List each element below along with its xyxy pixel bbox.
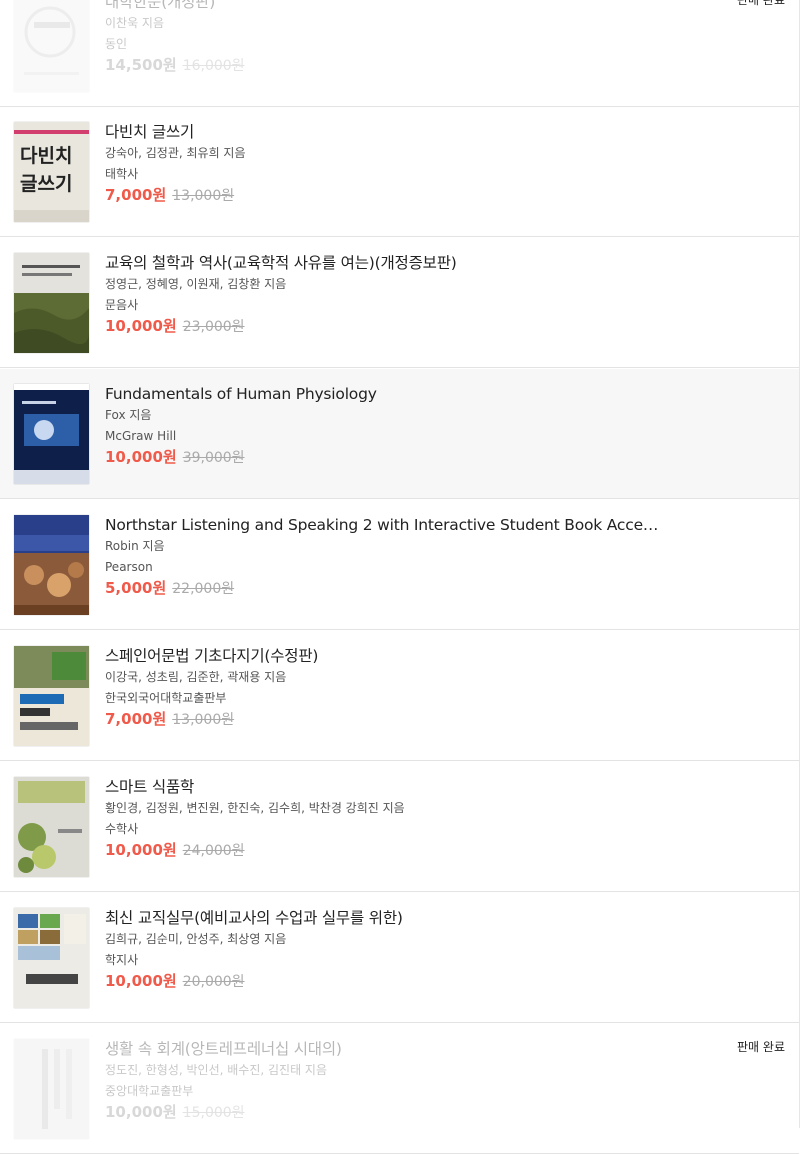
book-author: 정영근, 정혜영, 이원재, 김창환 지음 (105, 277, 287, 291)
list-item[interactable]: 다빈치글쓰기 다빈치 글쓰기 강숙아, 김정관, 최유희 지음 태학사 7,00… (0, 107, 799, 237)
book-cover-image[interactable] (14, 0, 89, 92)
book-cover-image[interactable] (14, 908, 89, 1008)
book-title[interactable]: 생활 속 회계(앙트레프레너십 시대의) (105, 1038, 659, 1060)
list-item[interactable]: 스마트 식품학 황인경, 김정원, 변진원, 한진숙, 김수희, 박찬경 강희진… (0, 762, 799, 892)
original-price: 20,000원 (182, 974, 245, 990)
list-item[interactable]: 스페인어문법 기초다지기(수정판) 이강국, 성초림, 김준한, 곽재용 지음 … (0, 631, 799, 761)
book-author: 김희규, 김순미, 안성주, 최상영 지음 (105, 932, 287, 946)
book-cover-image[interactable] (14, 253, 89, 353)
book-author: 이강국, 성초림, 김준한, 곽재용 지음 (105, 670, 287, 684)
sale-price: 10,000원 (105, 317, 177, 335)
original-price: 39,000원 (182, 450, 245, 466)
sale-price: 14,500원 (105, 56, 177, 74)
sale-price: 10,000원 (105, 1103, 177, 1121)
list-item[interactable]: Fundamentals of Human Physiology Fox 지음 … (0, 369, 799, 499)
list-item[interactable]: 최신 교직실무(예비교사의 수업과 실무를 위한) 김희규, 김순미, 안성주,… (0, 893, 799, 1023)
book-publisher: McGraw Hill (105, 429, 177, 443)
book-cover-image[interactable] (14, 384, 89, 484)
book-cover-image[interactable] (14, 515, 89, 615)
original-price: 24,000원 (182, 843, 245, 859)
price-row: 7,000원 13,000원 (105, 185, 659, 206)
cover-text: 글쓰기 (20, 173, 72, 195)
price-row: 10,000원 15,000원 (105, 1102, 659, 1123)
list-item[interactable]: 교육의 철학과 역사(교육학적 사유를 여는)(개정증보판) 정영근, 정혜영,… (0, 238, 799, 368)
original-price: 13,000원 (172, 712, 235, 728)
book-publisher: Pearson (105, 560, 153, 574)
book-title[interactable]: Northstar Listening and Speaking 2 with … (105, 514, 659, 536)
book-publisher: 동인 (105, 37, 128, 51)
original-price: 13,000원 (172, 188, 235, 204)
original-price: 23,000원 (182, 319, 245, 335)
sale-price: 5,000원 (105, 579, 167, 597)
book-author: 정도진, 한형성, 박인선, 배수진, 김진태 지음 (105, 1063, 328, 1077)
book-author: 황인경, 김정원, 변진원, 한진숙, 김수희, 박찬경 강희진 지음 (105, 801, 405, 815)
price-row: 10,000원 24,000원 (105, 840, 659, 861)
sold-out-badge: 판매 완료 (737, 1040, 785, 1054)
book-cover-image[interactable] (14, 646, 89, 746)
book-title[interactable]: 스마트 식품학 (105, 776, 659, 798)
book-publisher: 학지사 (105, 953, 139, 967)
book-title[interactable]: Fundamentals of Human Physiology (105, 383, 659, 405)
book-cover-image[interactable] (14, 1039, 89, 1139)
sale-price: 7,000원 (105, 186, 167, 204)
book-title[interactable]: 다빈치 글쓰기 (105, 121, 659, 143)
book-publisher: 중앙대학교출판부 (105, 1084, 194, 1098)
sold-out-badge: 판매 완료 (737, 0, 785, 7)
book-author: 강숙아, 김정관, 최유희 지음 (105, 146, 246, 160)
book-author: Robin 지음 (105, 539, 165, 553)
original-price: 16,000원 (182, 58, 245, 74)
book-publisher: 수학사 (105, 822, 139, 836)
book-publisher: 태학사 (105, 167, 139, 181)
book-publisher: 한국외국어대학교출판부 (105, 691, 227, 705)
cover-text: 다빈치 (20, 145, 72, 167)
book-cover-image[interactable]: 다빈치글쓰기 (14, 122, 89, 222)
book-cover-image[interactable] (14, 777, 89, 877)
sale-price: 7,000원 (105, 710, 167, 728)
original-price: 15,000원 (182, 1105, 245, 1121)
book-title[interactable]: 교육의 철학과 역사(교육학적 사유를 여는)(개정증보판) (105, 252, 659, 274)
sale-price: 10,000원 (105, 972, 177, 990)
list-item[interactable]: 대학한문(개정판) 이찬욱 지음 동인 14,500원 16,000원 판매 완료 (0, 0, 799, 107)
list-item[interactable]: 생활 속 회계(앙트레프레너십 시대의) 정도진, 한형성, 박인선, 배수진,… (0, 1024, 799, 1154)
book-publisher: 문음사 (105, 298, 139, 312)
book-title[interactable]: 대학한문(개정판) (105, 0, 659, 13)
list-item[interactable]: Northstar Listening and Speaking 2 with … (0, 500, 799, 630)
book-title[interactable]: 최신 교직실무(예비교사의 수업과 실무를 위한) (105, 907, 659, 929)
price-row: 14,500원 16,000원 (105, 55, 659, 76)
book-author: 이찬욱 지음 (105, 16, 165, 30)
price-row: 10,000원 39,000원 (105, 447, 659, 468)
price-row: 10,000원 23,000원 (105, 316, 659, 337)
book-author: Fox 지음 (105, 408, 152, 422)
price-row: 10,000원 20,000원 (105, 971, 659, 992)
sale-price: 10,000원 (105, 841, 177, 859)
book-list: 대학한문(개정판) 이찬욱 지음 동인 14,500원 16,000원 판매 완료… (0, 0, 800, 1154)
price-row: 5,000원 22,000원 (105, 578, 659, 599)
original-price: 22,000원 (172, 581, 235, 597)
sale-price: 10,000원 (105, 448, 177, 466)
book-title[interactable]: 스페인어문법 기초다지기(수정판) (105, 645, 659, 667)
price-row: 7,000원 13,000원 (105, 709, 659, 730)
